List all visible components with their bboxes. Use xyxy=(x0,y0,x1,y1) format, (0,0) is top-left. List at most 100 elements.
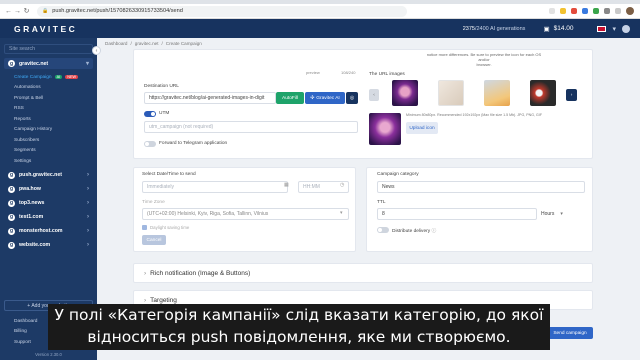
time-zone-select[interactable]: (UTC+02:00) Helsinki, Kyiv, Riga, Sofia,… xyxy=(142,208,349,220)
sidebar-item-label: Support xyxy=(14,339,31,345)
screen: ← → ↻ 🔒 push.gravitec.net/push/157082633… xyxy=(0,0,640,360)
schedule-panel: Select Date/Time to send Immediately ▦ H… xyxy=(133,167,356,252)
ttl-unit-select[interactable]: Hours ▾ xyxy=(537,208,585,220)
send-campaign-label: Send campaign xyxy=(553,330,587,336)
extension-icons xyxy=(549,7,640,15)
sidebar-item-label: Automations xyxy=(14,85,41,91)
current-site[interactable]: g gravitec.net ▾ xyxy=(4,58,93,69)
site-name: test1.com xyxy=(19,214,44,220)
chevron-right-icon: › xyxy=(144,296,147,304)
breadcrumb-separator: / xyxy=(161,41,163,46)
ttl-input[interactable]: 8 xyxy=(377,208,537,220)
address-bar[interactable]: 🔒 push.gravitec.net/push/157082633091573… xyxy=(37,5,407,17)
cancel-schedule-button[interactable]: Cancel xyxy=(142,235,166,245)
sidebar-item-label: Billing xyxy=(14,329,27,335)
reload-icon[interactable]: ↻ xyxy=(22,7,31,15)
site-search-placeholder: Site search xyxy=(9,46,35,52)
upload-icon-button[interactable]: Upload icon xyxy=(406,122,438,134)
utm-label: UTM xyxy=(159,111,170,116)
sidebar-item-settings[interactable]: Settings xyxy=(0,156,97,167)
site-item[interactable]: g push.gravitec.net › xyxy=(4,170,93,181)
user-avatar[interactable] xyxy=(622,24,630,33)
site-search-input[interactable]: Site search xyxy=(4,44,93,54)
breadcrumb-item[interactable]: Dashboard xyxy=(105,41,127,46)
sidebar-item-campaign-history[interactable]: Campaign History xyxy=(0,125,97,136)
preview-note-line: notice more differences. Be sure to prev… xyxy=(426,52,542,62)
sidebar-item-subscribers[interactable]: Subscribers xyxy=(0,135,97,146)
site-icon: g xyxy=(8,227,15,235)
sidebar-item-label: Campaign History xyxy=(14,127,53,133)
destination-url-value: https://gravitec.net/blog/ai-generated-i… xyxy=(149,95,265,101)
site-item[interactable]: g monsterhost.com › xyxy=(4,226,93,237)
calendar-icon[interactable]: ▦ xyxy=(284,183,289,188)
telegram-toggle[interactable] xyxy=(144,141,156,147)
chevron-right-icon: › xyxy=(87,186,89,192)
chevron-right-icon: › xyxy=(87,200,89,206)
back-icon[interactable]: ← xyxy=(4,8,13,15)
site-item[interactable]: g test1.com › xyxy=(4,212,93,223)
url-image-thumbnail[interactable] xyxy=(484,80,510,106)
destination-url-input[interactable]: https://gravitec.net/blog/ai-generated-i… xyxy=(144,92,276,104)
settings-icon-button[interactable]: ◎ xyxy=(346,92,358,104)
breadcrumb-item[interactable]: gravitec.net xyxy=(135,41,159,46)
sidebar-item-segments[interactable]: Segments xyxy=(0,146,97,157)
send-date-input[interactable]: Immediately xyxy=(142,181,288,193)
autofill-button[interactable]: AutoFill xyxy=(276,92,304,104)
gravitec-logo[interactable]: GRAVITEC xyxy=(14,24,77,34)
sidebar-item-automations[interactable]: Automations xyxy=(0,83,97,94)
autofill-label: AutoFill xyxy=(282,95,298,101)
star-icon[interactable] xyxy=(549,8,555,14)
distribute-delivery-toggle[interactable] xyxy=(377,227,389,233)
campaign-category-value: News xyxy=(382,184,395,190)
sidebar-item-rss[interactable]: RSS xyxy=(0,104,97,115)
extension-icon[interactable] xyxy=(571,8,577,14)
site-icon: g xyxy=(8,199,15,207)
targeting-title: Targeting xyxy=(150,296,177,304)
campaign-category-input[interactable]: News xyxy=(377,181,585,193)
distribute-delivery-text: Distribute delivery xyxy=(392,229,431,234)
gravitec-ai-button[interactable]: ✣ Gravitec AI xyxy=(305,92,345,104)
forward-icon[interactable]: → xyxy=(13,8,22,15)
utm-toggle[interactable] xyxy=(144,111,156,117)
preview-hint: preview xyxy=(306,70,320,75)
extension-icon[interactable] xyxy=(593,8,599,14)
site-item[interactable]: g website.com › xyxy=(4,240,93,251)
site-item[interactable]: g top3.news › xyxy=(4,198,93,209)
clock-icon[interactable]: ◷ xyxy=(340,183,344,188)
sidebar-item-reports[interactable]: Reports xyxy=(0,114,97,125)
utm-campaign-input[interactable]: utm_campaign (not required) xyxy=(144,121,358,133)
dst-checkbox[interactable] xyxy=(142,225,147,230)
language-flag-icon[interactable] xyxy=(597,25,607,32)
chevron-down-icon: ▾ xyxy=(560,211,563,217)
images-next-button[interactable]: › xyxy=(566,89,577,101)
ttl-label: TTL xyxy=(377,200,386,205)
rich-notification-section[interactable]: › Rich notification (Image & Buttons) xyxy=(133,263,593,283)
telegram-label: Forward to Telegram application xyxy=(159,141,228,146)
puzzle-icon[interactable] xyxy=(615,8,621,14)
extension-icon[interactable] xyxy=(604,8,610,14)
ttl-unit-value: Hours xyxy=(541,211,555,217)
site-icon: g xyxy=(8,213,15,221)
collapse-sidebar-button[interactable]: ‹ xyxy=(92,46,101,55)
campaign-content-panel: notice more differences. Be sure to prev… xyxy=(133,49,593,159)
send-campaign-button[interactable]: Send campaign xyxy=(547,327,593,339)
images-prev-button[interactable]: ‹ xyxy=(369,89,379,101)
profile-avatar[interactable] xyxy=(626,7,634,15)
url-image-thumbnail[interactable] xyxy=(438,80,464,106)
selected-icon-image[interactable] xyxy=(369,113,401,145)
extension-icon[interactable] xyxy=(560,8,566,14)
breadcrumb-separator: / xyxy=(130,41,132,46)
sidebar-item-prompt-bell[interactable]: Prompt & Bell xyxy=(0,93,97,104)
browser-toolbar: ← → ↻ 🔒 push.gravitec.net/push/157082633… xyxy=(0,4,640,19)
balance[interactable]: ▣ $14.00 xyxy=(543,25,573,33)
chevron-down-icon: ▾ xyxy=(85,61,89,67)
version-label: Version 2.30.0 xyxy=(35,352,62,357)
ai-generations-counter: 2375/2400 AI generations xyxy=(463,26,526,32)
extension-icon[interactable] xyxy=(582,8,588,14)
chevron-down-icon[interactable]: ▾ xyxy=(612,25,616,33)
sidebar-item-create-campaign[interactable]: Create Campaign AI NEW xyxy=(0,72,97,83)
site-item[interactable]: g pwa.how › xyxy=(4,184,93,195)
url-image-thumbnail[interactable] xyxy=(392,80,418,106)
info-icon[interactable]: ⓘ xyxy=(431,229,436,234)
url-image-thumbnail[interactable] xyxy=(530,80,556,106)
